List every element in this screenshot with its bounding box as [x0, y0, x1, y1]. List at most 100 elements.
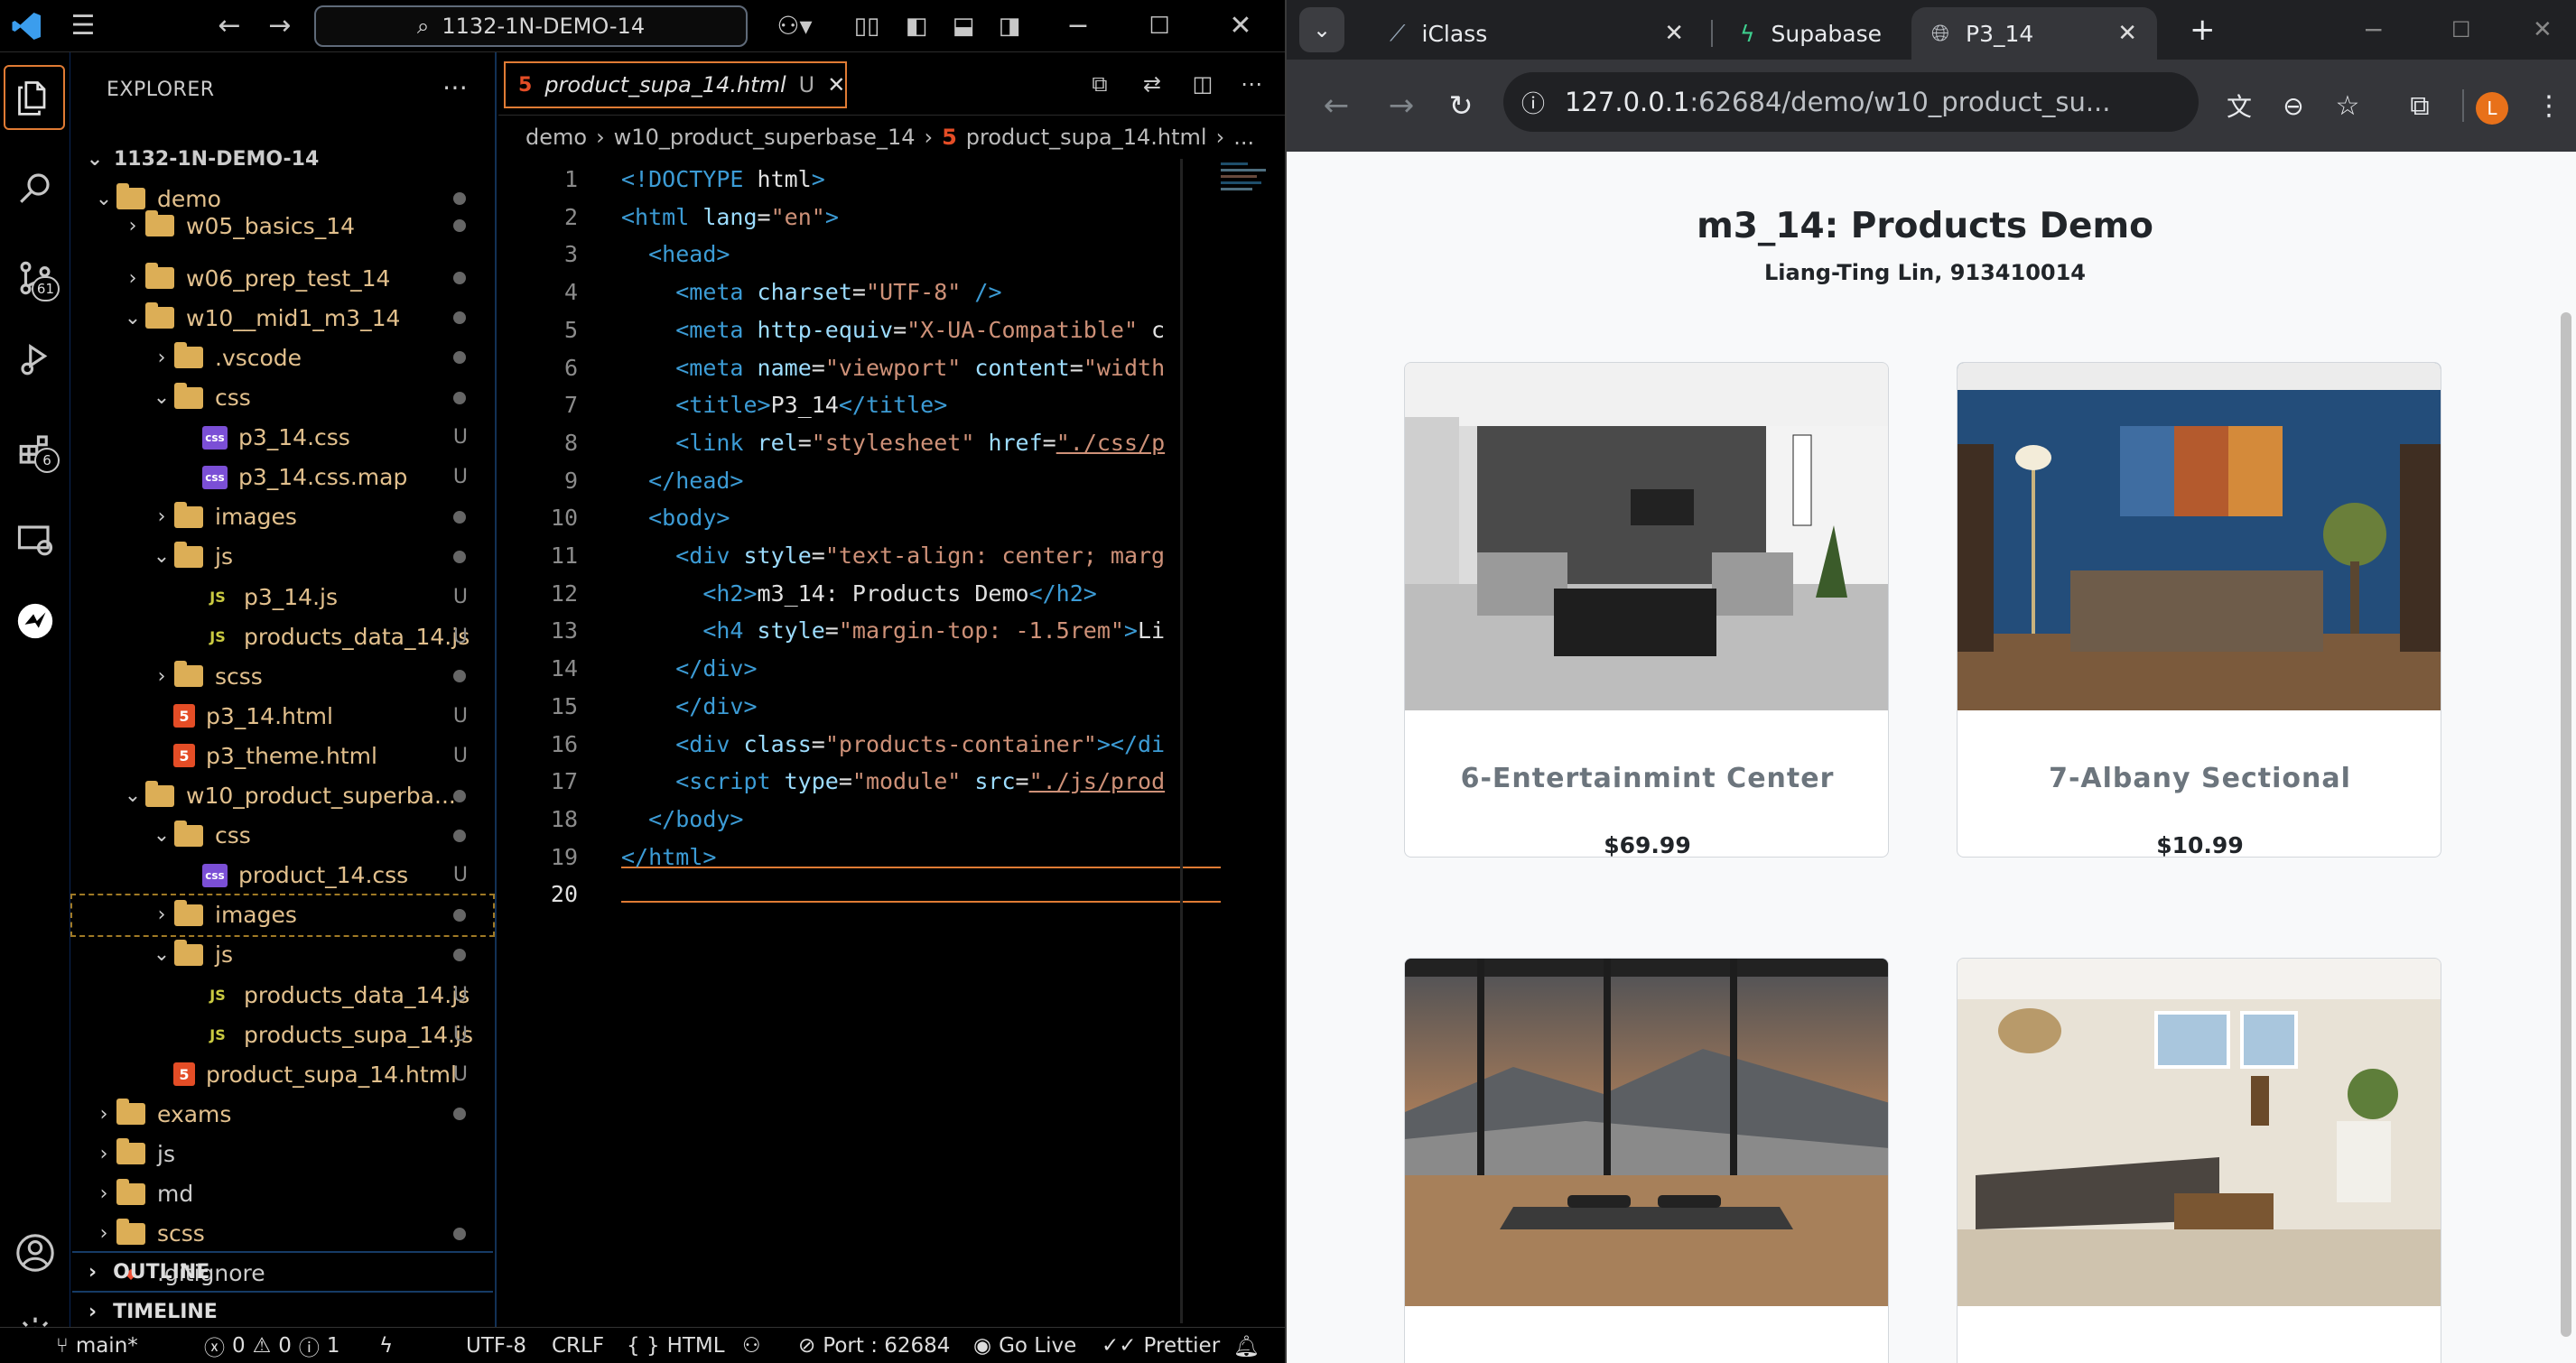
language-status[interactable]: { } HTML — [627, 1328, 725, 1363]
tree-file[interactable]: 5 p3_14.html U — [72, 696, 493, 736]
reload-icon[interactable]: ↻ — [1438, 60, 1483, 152]
compare-changes-icon[interactable]: ⇄ — [1136, 58, 1168, 110]
copilot-icon[interactable]: ⚇▾ — [769, 0, 820, 52]
site-info-icon[interactable]: ⓘ — [1521, 86, 1545, 119]
tree-file[interactable]: JS p3_14.js U — [72, 577, 493, 617]
product-card[interactable] — [1957, 958, 2441, 1363]
source-control-icon[interactable]: 61 — [0, 242, 70, 314]
tree-folder[interactable]: ⌄ js — [72, 935, 493, 975]
tab-close-icon[interactable]: ✕ — [1664, 20, 1684, 47]
split-editor-icon[interactable]: ◫ — [1186, 58, 1219, 110]
tree-file[interactable]: JS products_data_14.js U — [72, 617, 493, 656]
back-icon[interactable]: ← — [1314, 60, 1359, 152]
tab-close-icon[interactable]: ✕ — [2117, 20, 2137, 47]
tree-folder[interactable]: ⌄ css — [72, 816, 493, 856]
tree-folder[interactable]: › scss — [72, 1214, 493, 1254]
bookmark-star-icon[interactable]: ☆ — [2325, 60, 2370, 152]
tree-folder[interactable]: › images — [70, 893, 495, 937]
forward-icon[interactable]: → — [1379, 60, 1424, 152]
workspace-header[interactable]: ⌄ 1132-1N-DEMO-14 — [72, 139, 493, 179]
tree-folder[interactable]: › js — [72, 1134, 493, 1173]
toggle-sidebar-icon[interactable]: ◧ — [898, 0, 935, 52]
port-status[interactable]: ⊘ Port : 62684 — [798, 1328, 950, 1363]
extensions-puzzle-icon[interactable]: ⧉ — [2397, 60, 2442, 152]
tab-product-supa-14-html[interactable]: 5 product_supa_14.html U ✕ — [504, 61, 847, 108]
tree-folder[interactable]: ⌄ js — [72, 537, 493, 577]
explorer-icon[interactable] — [4, 65, 65, 130]
eol-status[interactable]: CRLF — [552, 1328, 604, 1363]
editor-more-icon[interactable]: ⋯ — [1235, 58, 1268, 110]
live-share-icon[interactable] — [0, 585, 70, 657]
breadcrumb-item[interactable]: ... — [1233, 125, 1254, 150]
chrome-tab-p3-14[interactable]: 🌐︎ P3_14 ✕ — [1911, 7, 2157, 60]
tree-folder[interactable]: ⌄ css — [72, 378, 493, 418]
open-preview-icon[interactable]: ⧉ — [1083, 58, 1116, 110]
profile-avatar[interactable]: L — [2476, 92, 2508, 125]
toggle-secondary-sidebar-icon[interactable]: ◨ — [991, 0, 1028, 52]
run-debug-icon[interactable] — [0, 323, 70, 395]
workspace-title: 1132-1N-DEMO-14 — [114, 147, 320, 171]
outline-section[interactable]: › OUTLINE — [72, 1251, 493, 1291]
command-center-search[interactable]: ⌕ 1132-1N-DEMO-14 — [314, 5, 748, 47]
lightning-icon[interactable]: ϟ — [379, 1328, 393, 1363]
forward-arrow-icon[interactable]: → — [260, 0, 300, 52]
problems-status[interactable]: ⓧ 0 ⚠ 0 ⓘ 1 — [204, 1328, 340, 1363]
golive-status[interactable]: ◉ Go Live — [973, 1328, 1076, 1363]
encoding-status[interactable]: UTF-8 — [466, 1328, 526, 1363]
code-editor[interactable]: 1 <!DOCTYPE html> 2 <html lang="en"> 3 <head… — [498, 159, 1285, 1332]
search-icon[interactable] — [0, 152, 70, 224]
account-icon[interactable] — [0, 1217, 70, 1289]
maximize-icon[interactable]: ☐ — [2451, 7, 2471, 52]
branch-status[interactable]: ⑂ main* — [56, 1328, 138, 1363]
timeline-section[interactable]: › TIMELINE — [72, 1291, 493, 1331]
tree-folder[interactable]: ⌄ w10_product_superba... — [72, 776, 493, 816]
tree-folder[interactable]: ⌄ w10__mid1_m3_14 — [72, 298, 493, 338]
chrome-menu-icon[interactable]: ⋮ — [2531, 60, 2567, 152]
tree-folder[interactable]: › .vscode — [72, 338, 493, 377]
tab-close-icon[interactable]: ✕ — [827, 72, 845, 97]
tree-folder[interactable]: › scss — [72, 656, 493, 696]
tree-file[interactable]: css p3_14.css U — [72, 418, 493, 458]
layout-customize-icon[interactable]: ▯▯ — [849, 0, 885, 52]
close-window-icon[interactable]: ✕ — [1221, 0, 1260, 52]
tree-folder[interactable]: › exams — [72, 1094, 493, 1134]
minimize-icon[interactable]: − — [2363, 7, 2384, 52]
tree-file[interactable]: 5 product_supa_14.html U — [72, 1054, 493, 1094]
breadcrumb-item[interactable]: w10_product_superbase_14 — [614, 125, 916, 150]
chrome-tab-iclass[interactable]: ⟋ iClass ✕ — [1370, 7, 1704, 60]
prettier-status[interactable]: ✓✓ Prettier — [1102, 1328, 1220, 1363]
product-card[interactable]: 6-Entertainmint Center $69.99 — [1404, 362, 1889, 858]
tab-search-icon[interactable]: ⌄ — [1299, 7, 1344, 52]
new-tab-icon[interactable]: + — [2190, 7, 2216, 52]
translate-icon[interactable]: 文 — [2217, 60, 2262, 152]
minimap[interactable] — [1221, 159, 1284, 231]
product-card[interactable]: 7-Albany Sectional $10.99 — [1957, 362, 2441, 858]
close-window-icon[interactable]: ✕ — [2533, 7, 2553, 52]
explorer-more-icon[interactable]: ⋯ — [442, 72, 468, 102]
product-card[interactable] — [1404, 958, 1889, 1363]
extensions-icon[interactable]: 6 — [0, 413, 70, 486]
breadcrumb-item[interactable]: product_supa_14.html — [966, 125, 1207, 150]
address-bar[interactable]: ⓘ 127.0.0.1:62684/demo/w10_product_su... — [1503, 72, 2199, 132]
tree-folder[interactable]: › md — [72, 1174, 493, 1214]
tree-file[interactable]: 5 p3_theme.html U — [72, 736, 493, 775]
minimize-icon[interactable]: − — [1058, 0, 1098, 52]
maximize-icon[interactable]: ☐ — [1139, 0, 1179, 52]
zoom-icon[interactable]: ⊖ — [2271, 60, 2316, 152]
copilot-status-icon[interactable]: ⚇ — [742, 1328, 761, 1363]
back-arrow-icon[interactable]: ← — [209, 0, 249, 52]
tree-file[interactable]: JS products_supa_14.js U — [72, 1015, 493, 1054]
tree-file[interactable]: css product_14.css U — [72, 856, 493, 895]
menu-icon[interactable]: ☰ — [63, 0, 103, 52]
tree-folder[interactable]: › w05_basics_14 — [72, 206, 493, 246]
notification-bell-icon[interactable]: 🔔︎ — [1233, 1328, 1260, 1363]
tree-file[interactable]: css p3_14.css.map U — [72, 458, 493, 497]
breadcrumb-item[interactable]: demo — [525, 125, 587, 150]
toggle-panel-icon[interactable]: ⬓ — [945, 0, 981, 52]
remote-explorer-icon[interactable] — [0, 504, 70, 576]
tree-folder[interactable]: › w06_prep_test_14 — [72, 258, 493, 298]
tree-folder[interactable]: › images — [72, 497, 493, 537]
code-line: <body> — [648, 505, 730, 532]
tree-file[interactable]: JS products_data_14.js U — [72, 975, 493, 1015]
page-scrollbar[interactable] — [2561, 312, 2571, 1337]
